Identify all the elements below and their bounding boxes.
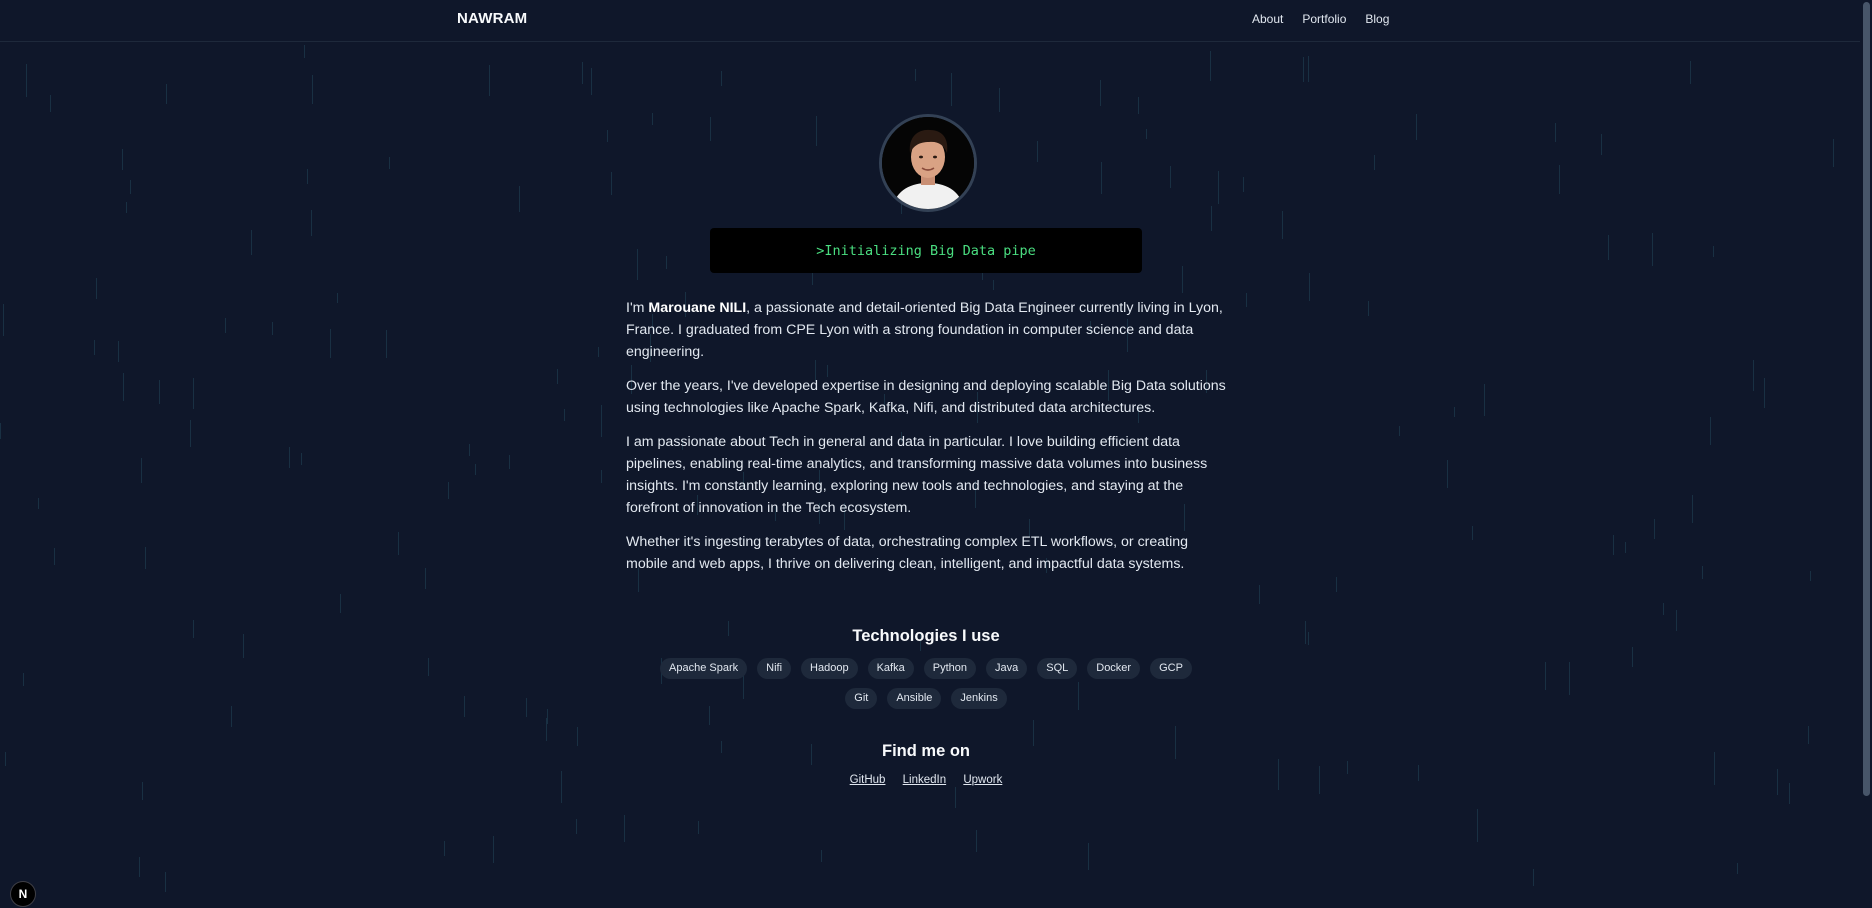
tech-chip-ansible: Ansible	[887, 688, 942, 709]
tech-chip-docker: Docker	[1087, 658, 1141, 679]
find-me-heading: Find me on	[882, 742, 970, 760]
nav-portfolio-link[interactable]: Portfolio	[1302, 12, 1346, 26]
tech-chip-gcp: GCP	[1150, 658, 1192, 679]
tech-chip-jenkins: Jenkins	[951, 688, 1007, 709]
bio-paragraph-1: I'm Marouane NILI, a passionate and deta…	[626, 297, 1226, 363]
bio-paragraph-3: I am passionate about Tech in general an…	[626, 434, 1208, 516]
github-link[interactable]: GitHub	[850, 774, 886, 786]
bio-paragraph-4: Whether it's ingesting terabytes of data…	[626, 534, 1189, 572]
bio-name: Marouane NILI	[648, 300, 747, 316]
profile-avatar	[879, 114, 977, 212]
main-nav: About Portfolio Blog	[1252, 12, 1408, 26]
tech-chip-python: Python	[923, 658, 976, 679]
technologies-heading: Technologies I use	[852, 627, 1000, 645]
brand-logo[interactable]: NAWRAM	[457, 10, 527, 27]
social-links: GitHub LinkedIn Upwork	[0, 774, 1852, 786]
tech-chip-java: Java	[985, 658, 1028, 679]
top-navbar: NAWRAM About Portfolio Blog	[0, 0, 1860, 42]
tech-chip-kafka: Kafka	[867, 658, 914, 679]
terminal-typing-box: >Initializing Big Data pipe	[710, 228, 1142, 273]
nextjs-icon[interactable]: N	[10, 881, 36, 907]
tech-chip-git: Git	[845, 688, 878, 709]
nextjs-badge-label: N	[18, 887, 28, 901]
linkedin-link[interactable]: LinkedIn	[903, 774, 946, 786]
tech-chip-hadoop: Hadoop	[801, 658, 858, 679]
bio-intro-prefix: I'm	[626, 300, 649, 316]
main-content: >Initializing Big Data pipe I'm Marouane…	[0, 0, 1860, 908]
profile-photo-icon	[882, 117, 974, 209]
upwork-link[interactable]: Upwork	[963, 774, 1002, 786]
nav-blog-link[interactable]: Blog	[1365, 12, 1389, 26]
technology-chip-list: Apache Spark Nifi Hadoop Kafka Python Ja…	[636, 658, 1216, 718]
tech-chip-apache-spark: Apache Spark	[660, 658, 748, 679]
tech-chip-sql: SQL	[1037, 658, 1078, 679]
bio-section: I'm Marouane NILI, a passionate and deta…	[626, 297, 1226, 587]
tech-chip-nifi: Nifi	[757, 658, 792, 679]
terminal-text: >Initializing Big Data pipe	[816, 242, 1036, 259]
page-scrollbar[interactable]	[1860, 0, 1872, 908]
nav-about-link[interactable]: About	[1252, 12, 1283, 26]
bio-paragraph-2: Over the years, I've developed expertise…	[626, 378, 1226, 416]
scrollbar-thumb[interactable]	[1863, 2, 1870, 796]
